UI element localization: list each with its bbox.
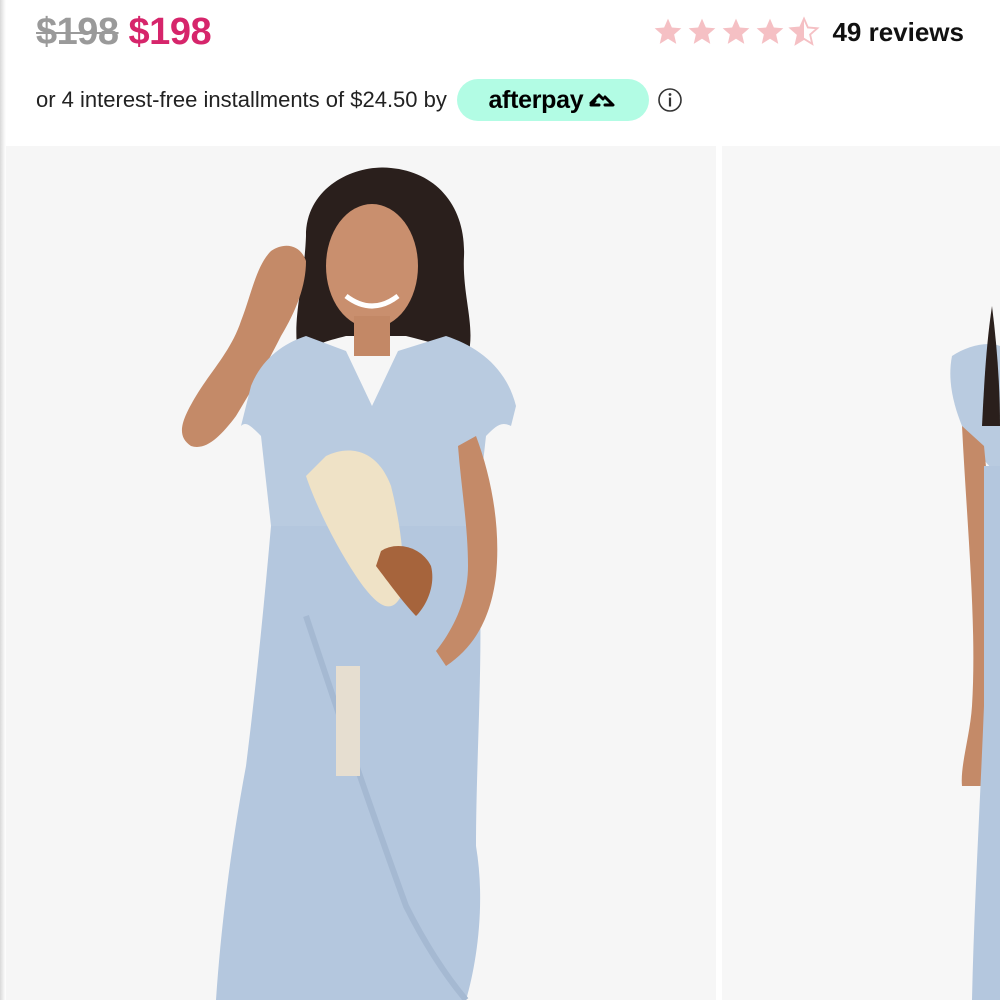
star-full-icon (723, 18, 750, 44)
star-half-icon (788, 16, 821, 46)
model-side-view-photo[interactable] (722, 146, 1000, 1000)
info-circle-icon[interactable] (657, 87, 683, 113)
model-front-view-photo[interactable] (6, 146, 716, 1000)
star-full-icon (757, 18, 784, 44)
sale-price: $198 (128, 10, 212, 53)
star-full-icon (689, 18, 716, 44)
original-price: $198 (36, 10, 119, 53)
product-image-gallery[interactable] (6, 146, 1000, 1000)
reviews-link[interactable]: 49 reviews (832, 17, 964, 48)
afterpay-logo-text: afterpay (488, 85, 584, 114)
model-side-view-illustration (722, 146, 1000, 1000)
star-full-icon (655, 18, 682, 44)
star-rating[interactable] (652, 16, 821, 48)
model-front-view-illustration (6, 146, 716, 1000)
afterpay-badge[interactable]: afterpay (456, 79, 649, 121)
afterpay-arrows-icon (589, 93, 615, 107)
installments-row: or 4 interest-free installments of $24.5… (36, 78, 683, 122)
price-row: $198 $198 (36, 8, 212, 56)
rating-summary[interactable]: 49 reviews (652, 10, 964, 54)
installments-text: or 4 interest-free installments of $24.5… (36, 87, 447, 112)
